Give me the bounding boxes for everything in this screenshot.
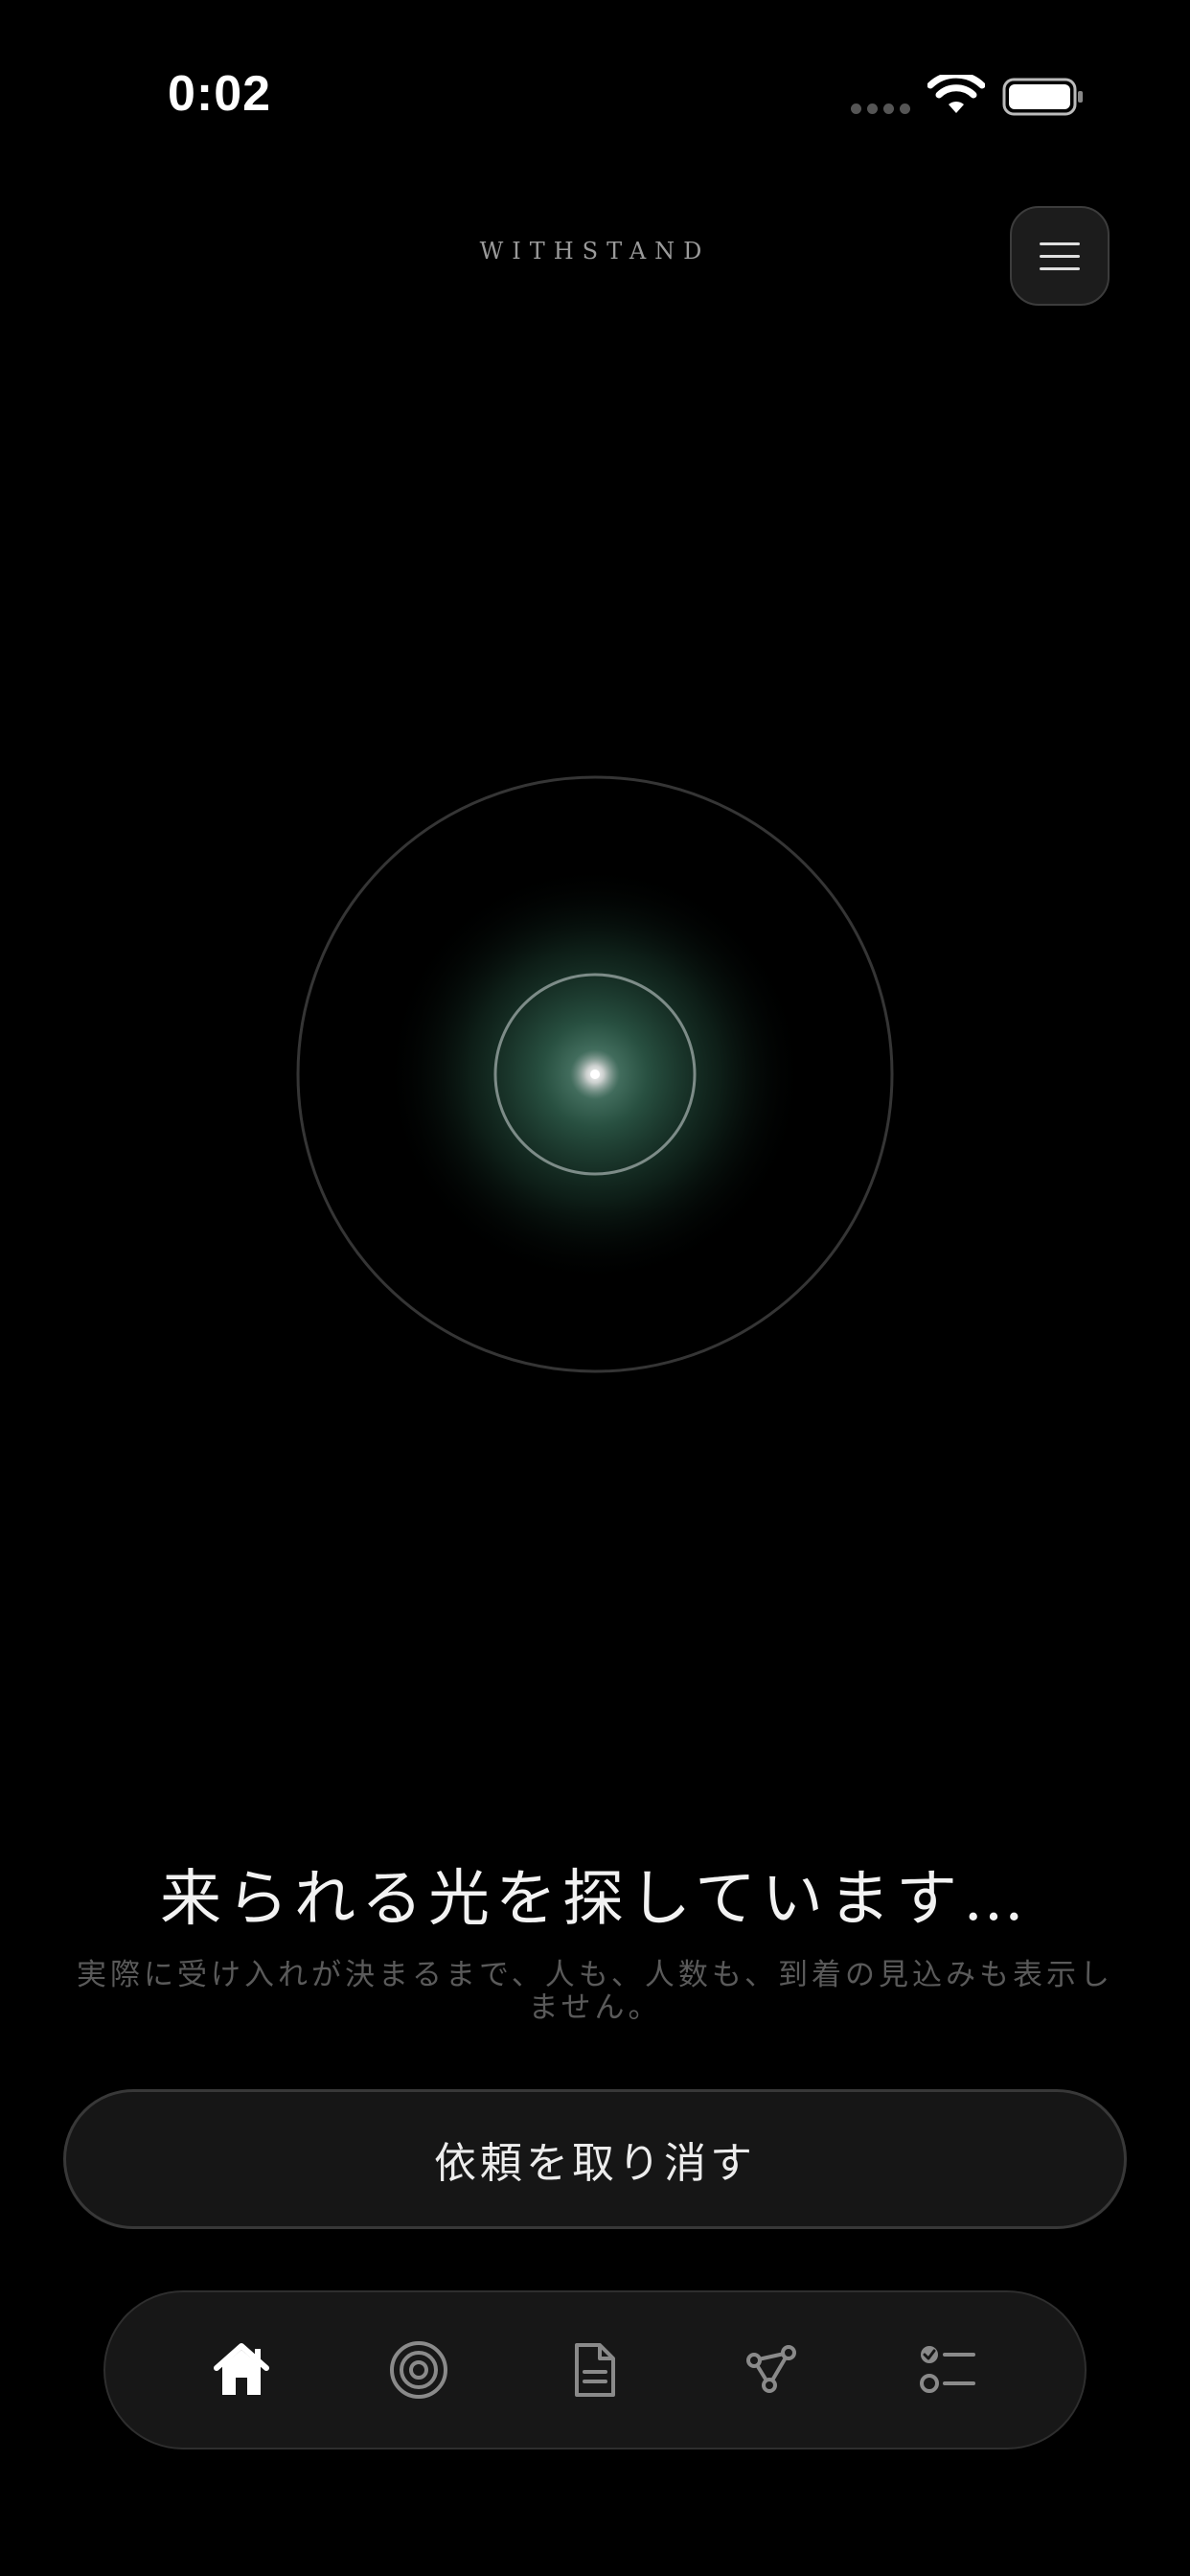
menu-button[interactable]: [1010, 206, 1110, 306]
search-explanation: 実際に受け入れが決まるまで、人も、人数も、到着の見込みも表示しません。: [77, 1958, 1113, 2025]
checklist-icon: [919, 2346, 975, 2393]
document-icon: [574, 2343, 615, 2397]
tab-network[interactable]: [728, 2327, 814, 2413]
target-icon: [389, 2341, 447, 2399]
network-icon: [746, 2345, 797, 2393]
wifi-icon: [927, 75, 985, 113]
tab-checklist[interactable]: [905, 2327, 992, 2413]
search-headline: 来られる光を探しています…: [159, 1864, 1031, 1935]
bottom-tab-bar: [103, 2290, 1087, 2450]
home-icon: [214, 2343, 270, 2395]
tab-home[interactable]: [198, 2327, 285, 2413]
menu-icon-line: [1040, 266, 1080, 270]
cellular-signal-icon: [851, 104, 910, 114]
tab-target[interactable]: [376, 2327, 462, 2413]
tab-document[interactable]: [552, 2327, 638, 2413]
menu-icon-line: [1040, 242, 1080, 245]
search-radar: [296, 775, 894, 1373]
status-time: 0:02: [168, 66, 272, 122]
menu-icon-line: [1040, 254, 1080, 258]
cancel-request-button[interactable]: 依頼を取り消す: [63, 2089, 1127, 2229]
battery-icon: [1002, 78, 1083, 116]
